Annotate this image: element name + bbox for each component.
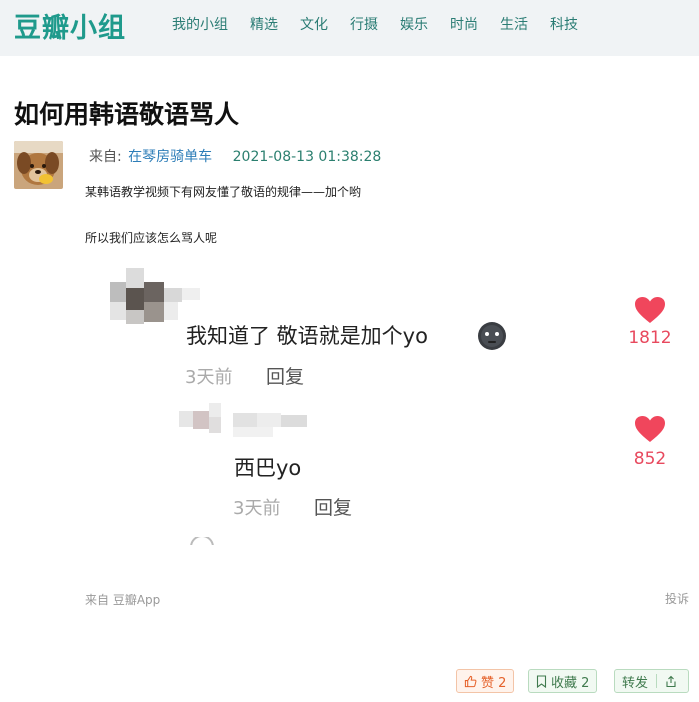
thumbs-up-icon <box>464 675 477 687</box>
share-icon <box>666 675 676 687</box>
nav-entertainment[interactable]: 娱乐 <box>400 14 428 34</box>
post-source: 来自 豆瓣App <box>85 593 161 607</box>
post-title: 如何用韩语敬语骂人 <box>14 100 240 129</box>
nav-culture[interactable]: 文化 <box>300 14 328 34</box>
post-paragraph: 所以我们应该怎么骂人呢 <box>85 231 218 245</box>
like-button-label: 赞 2 <box>481 675 507 691</box>
share-button[interactable]: 转发 <box>614 669 690 693</box>
top-bar: 豆瓣小组 我的小组 精选 文化 行摄 娱乐 时尚 生活 科技 <box>0 0 699 56</box>
like-button[interactable]: 赞 2 <box>456 669 515 693</box>
post-meta: 来自: 在琴房骑单车 2021-08-13 01:38:28 <box>89 146 381 166</box>
nav-fashion[interactable]: 时尚 <box>450 14 478 34</box>
divider <box>656 674 658 688</box>
like-count: 852 <box>633 449 667 469</box>
blurred-avatar <box>179 403 307 437</box>
reply-button[interactable]: 回复 <box>266 362 304 389</box>
nav-my-groups[interactable]: 我的小组 <box>172 14 228 34</box>
nav-featured[interactable]: 精选 <box>250 14 278 34</box>
favorite-button[interactable]: 收藏 2 <box>528 669 598 693</box>
comment-text: 我知道了 敬语就是加个yo <box>186 324 428 348</box>
site-logo[interactable]: 豆瓣小组 <box>14 6 126 45</box>
author-link[interactable]: 在琴房骑单车 <box>128 149 212 165</box>
heart-icon[interactable] <box>634 296 666 324</box>
from-label: 来自: <box>89 149 122 165</box>
comment-time: 3天前 <box>233 498 281 519</box>
author-avatar[interactable] <box>14 141 63 189</box>
like-count: 1812 <box>628 328 672 348</box>
favorite-button-label: 收藏 2 <box>551 675 590 691</box>
main-nav: 我的小组 精选 文化 行摄 娱乐 时尚 生活 科技 <box>172 14 600 34</box>
embedded-screenshot: 我知道了 敬语就是加个yo 3天前 回复 1812 西巴yo 3天前 回复 85… <box>85 265 699 545</box>
comment-time: 3天前 <box>185 367 233 388</box>
reply-button[interactable]: 回复 <box>314 493 352 520</box>
comment-text: 西巴yo <box>234 456 302 480</box>
nav-tech[interactable]: 科技 <box>550 14 578 34</box>
post-paragraph: 某韩语教学视频下有网友懂了敬语的规律——加个哟 <box>85 185 362 199</box>
bookmark-icon <box>536 674 547 688</box>
heart-icon[interactable] <box>634 415 666 443</box>
report-link[interactable]: 投诉 <box>665 590 689 607</box>
nav-travel[interactable]: 行摄 <box>350 14 378 34</box>
avatar-partial <box>190 537 214 545</box>
nav-life[interactable]: 生活 <box>500 14 528 34</box>
emoji-icon <box>478 322 506 350</box>
share-button-label: 转发 <box>622 675 649 691</box>
post-time: 2021-08-13 01:38:28 <box>232 149 382 165</box>
